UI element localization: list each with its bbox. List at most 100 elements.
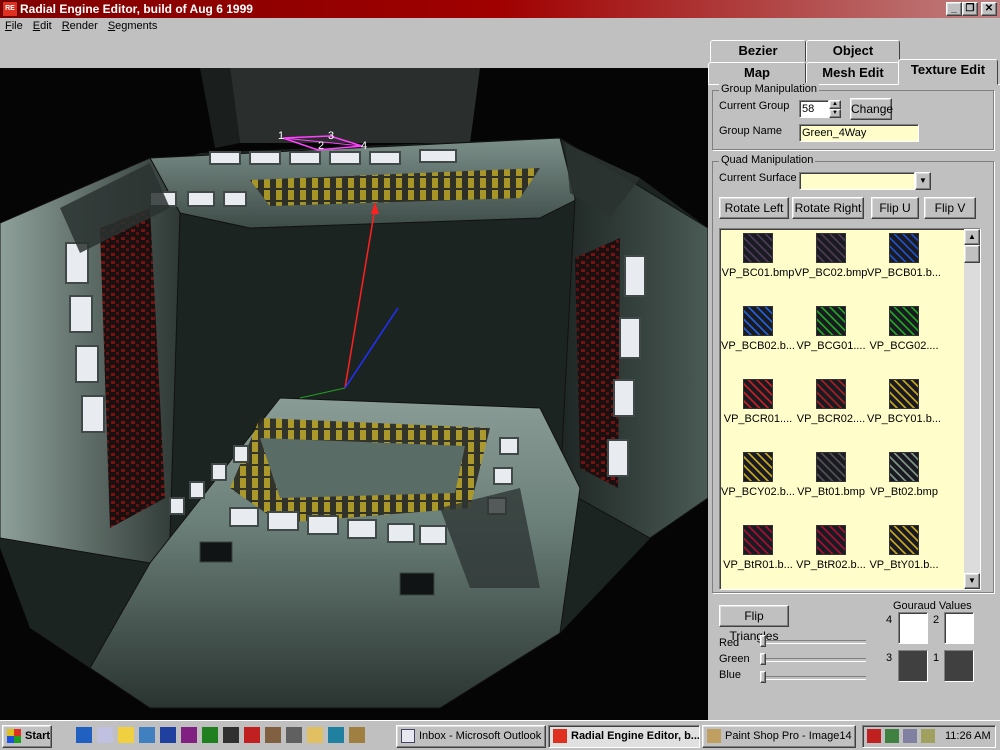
texture-item[interactable]: VP_BCY02.b... (720, 450, 796, 510)
menu-segments[interactable]: Segments (103, 18, 163, 34)
tab-mesh-edit[interactable]: Mesh Edit (806, 62, 900, 84)
green-slider[interactable] (760, 653, 866, 665)
gouraud-swatch-1[interactable] (944, 650, 974, 682)
circuit-green-icon (816, 306, 846, 336)
texture-item[interactable]: VP_BCB01.b... (866, 231, 942, 291)
folder-icon[interactable] (307, 727, 323, 743)
current-group-input[interactable]: 58 (799, 100, 829, 118)
minimize-button[interactable]: _ (946, 2, 962, 16)
texture-item[interactable]: VP_BCG01.... (793, 304, 869, 364)
video-icon[interactable] (286, 727, 302, 743)
menu-file[interactable]: File (0, 18, 28, 34)
3d-viewport[interactable]: 1 3 2 4 (0, 68, 708, 720)
task-outlook[interactable]: Inbox - Microsoft Outlook (396, 725, 546, 748)
network-icon[interactable] (885, 729, 899, 743)
rotate-right-button[interactable]: Rotate Right (792, 197, 864, 219)
slider-thumb[interactable] (760, 635, 766, 647)
crate-green-icon (889, 452, 919, 482)
texture-name: VP_BCR02.... (796, 413, 866, 425)
texture-list[interactable]: VP_BC01.bmp VP_BC02.bmp VP_BCB01.b... VP_BC… (719, 228, 981, 590)
texture-item[interactable]: VP_BCR01.... (720, 377, 796, 437)
game-icon[interactable] (202, 727, 218, 743)
gouraud-corner-label: 2 (933, 614, 940, 626)
scroll-down-icon[interactable]: ▼ (964, 573, 980, 589)
change-button[interactable]: Change (850, 98, 893, 120)
current-surface-select[interactable] (799, 172, 915, 190)
texture-item[interactable]: VP_BtR01.b... (720, 523, 796, 583)
app-icon[interactable]: RE (2, 1, 18, 17)
tab-map[interactable]: Map (708, 62, 806, 84)
task-radial-editor[interactable]: Radial Engine Editor, b... (548, 725, 700, 748)
panel-dark-icon (816, 233, 846, 263)
spin-down-icon[interactable]: ▼ (829, 109, 841, 118)
texture-name: VP_BtR01.b... (723, 559, 793, 571)
vertex-label: 1 (278, 130, 285, 142)
flip-triangles-button[interactable]: Flip Triangles (719, 605, 789, 643)
texture-item[interactable]: VP_Bt02.bmp (866, 450, 942, 510)
tool-icon[interactable] (349, 727, 365, 743)
flip-u-button[interactable]: Flip U (871, 197, 919, 219)
tab-bezier[interactable]: Bezier (710, 40, 806, 62)
monitor-icon[interactable] (328, 727, 344, 743)
gouraud-swatch-3[interactable] (898, 650, 928, 682)
dropdown-arrow-icon[interactable]: ▼ (915, 172, 931, 190)
texture-scrollbar[interactable]: ▲ ▼ (964, 229, 980, 589)
slider-thumb[interactable] (760, 671, 766, 683)
gouraud-swatch-2[interactable] (944, 612, 974, 644)
task-paint-shop[interactable]: Paint Shop Pro - Image14 (702, 725, 856, 748)
red-slider[interactable] (760, 635, 866, 647)
slider-thumb[interactable] (760, 653, 766, 665)
acrobat-icon[interactable] (244, 727, 260, 743)
texture-item[interactable]: VP_Bt01.bmp (793, 450, 869, 510)
word-icon[interactable] (160, 727, 176, 743)
texture-item[interactable]: VP_BCR02.... (793, 377, 869, 437)
terminal-icon[interactable] (223, 727, 239, 743)
texture-item[interactable]: VP_BtR02.b... (793, 523, 869, 583)
ie-icon[interactable] (76, 727, 92, 743)
texture-item[interactable]: VP_BCY01.b... (866, 377, 942, 437)
tab-texture-edit[interactable]: Texture Edit (898, 59, 998, 85)
blue-slider[interactable] (760, 671, 866, 683)
speaker-icon[interactable] (903, 729, 917, 743)
spin-up-icon[interactable]: ▲ (829, 100, 841, 109)
texture-name: VP_BtY01.b... (869, 559, 939, 571)
texture-item[interactable]: VP_BC01.bmp (720, 231, 796, 291)
outlook-icon (401, 729, 415, 743)
texture-item[interactable]: VP_BCB02.b... (720, 304, 796, 364)
vertex-label: 3 (328, 130, 335, 142)
group-name-input[interactable]: Green_4Way (799, 124, 919, 142)
blue-slider-label: Blue (719, 669, 742, 681)
texture-name: VP_BC02.bmp (794, 267, 868, 279)
window-title: Radial Engine Editor, build of Aug 6 199… (20, 2, 253, 16)
texture-item[interactable]: VP_BtY01.b... (866, 523, 942, 583)
tab-object[interactable]: Object (806, 40, 900, 62)
sound-icon[interactable] (265, 727, 281, 743)
menu-edit[interactable]: Edit (28, 18, 57, 34)
shield-icon[interactable] (867, 729, 881, 743)
paint-shop-icon (707, 729, 721, 743)
menu-render[interactable]: Render (57, 18, 103, 34)
rotate-left-button[interactable]: Rotate Left (719, 197, 789, 219)
texture-item[interactable]: VP_BCG02.... (866, 304, 942, 364)
circuit-yellow-icon (743, 452, 773, 482)
desktop-icon[interactable] (139, 727, 155, 743)
scroll-up-icon[interactable]: ▲ (964, 229, 980, 245)
outlook-icon[interactable] (97, 727, 113, 743)
close-button[interactable]: ✕ (981, 2, 997, 16)
find-icon[interactable] (118, 727, 134, 743)
gouraud-swatch-4[interactable] (898, 612, 928, 644)
restore-button[interactable]: ❐ (962, 2, 978, 16)
light-red-icon (743, 525, 773, 555)
green-slider-label: Green (719, 653, 750, 665)
tray-app-icon[interactable] (921, 729, 935, 743)
texture-name: VP_BC01.bmp (721, 267, 795, 279)
texture-item[interactable]: VP_BC02.bmp (793, 231, 869, 291)
paint-icon[interactable] (181, 727, 197, 743)
light-red-icon (816, 525, 846, 555)
texture-name: VP_Bt01.bmp (797, 486, 865, 498)
texture-name: VP_BtR02.b... (796, 559, 866, 571)
scroll-thumb[interactable] (964, 245, 980, 263)
flip-v-button[interactable]: Flip V (924, 197, 976, 219)
clock[interactable]: 11:26 AM (945, 726, 991, 747)
start-button[interactable]: Start (2, 725, 52, 748)
